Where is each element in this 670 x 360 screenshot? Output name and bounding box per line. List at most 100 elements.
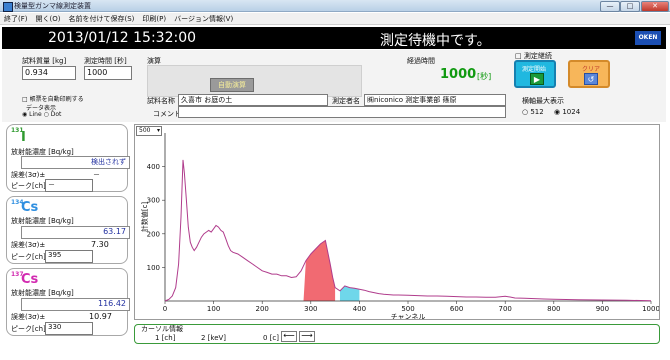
- cs134-conc-label: 放射能濃度 [Bq/kg]: [11, 217, 74, 225]
- maximize-button[interactable]: □: [620, 1, 640, 12]
- menu-bar: 終了(F) 開く(O) 名前を付けて保存(S) 印刷(P) バージョン情報(V): [0, 13, 670, 25]
- cs137-conc-value: 116.42: [21, 298, 130, 311]
- peak-highlight-137Cs: [303, 240, 336, 301]
- display-mode: ◉ Line ○ Dot: [22, 111, 61, 118]
- x-tick-label: 700: [499, 305, 512, 313]
- header-bar: 2013/01/12 15:32:00 測定待機中です。 OKEN: [2, 27, 666, 49]
- y-axis-label: 計数値[c]: [140, 202, 149, 233]
- menu-item-print[interactable]: 印刷(P): [138, 13, 170, 25]
- x-tick-label: 200: [256, 305, 269, 313]
- i131-conc-value: 検出されず: [21, 156, 130, 169]
- mass-input[interactable]: 0.934: [22, 66, 76, 80]
- cs137-symbol: Cs: [21, 272, 39, 287]
- cursor-count: 0 [c]: [263, 334, 279, 342]
- y-tick-label: 100: [147, 264, 160, 272]
- x-tick-label: 0: [163, 305, 167, 313]
- x-tick-label: 1000: [642, 305, 659, 313]
- radio-dot[interactable]: ○ Dot: [44, 111, 62, 118]
- minimize-button[interactable]: —: [600, 1, 620, 12]
- comment-label: コメント: [153, 110, 181, 118]
- radio-512[interactable]: ○ 512: [522, 108, 544, 116]
- menu-item-version[interactable]: バージョン情報(V): [170, 13, 237, 25]
- auto-calc-button[interactable]: 自動演算: [210, 78, 254, 92]
- window-title: 検量型ガンマ線測定装置: [14, 2, 91, 10]
- cursor-info-title: カーソル情報: [141, 325, 183, 333]
- cs134-peak-label: ピーク[ch]: [11, 253, 46, 261]
- elapsed-unit: [秒]: [477, 72, 492, 81]
- cursor-right-button[interactable]: ⟶: [299, 331, 315, 342]
- radio-line[interactable]: ◉ Line: [22, 111, 42, 118]
- status-text: 測定待機中です。: [380, 33, 491, 49]
- x-tick-label: 100: [207, 305, 220, 313]
- menu-item-exit[interactable]: 終了(F): [0, 13, 32, 25]
- clear-button[interactable]: クリア ↺: [568, 60, 610, 88]
- radio-line-label: Line: [29, 111, 42, 118]
- comment-input[interactable]: [178, 106, 506, 118]
- i131-peak-value: －: [45, 179, 93, 192]
- menu-item-open[interactable]: 開く(O): [32, 13, 65, 25]
- i131-peak-label: ピーク[ch]: [11, 182, 46, 190]
- continuous-label: 測定継続: [523, 52, 552, 60]
- nuclide-panel-i131: 131 I 放射能濃度 [Bq/kg] 検出されず 誤差(3σ)± － ピーク[…: [6, 124, 130, 192]
- cs137-peak-label: ピーク[ch]: [11, 325, 46, 333]
- elapsed-value: 1000: [440, 67, 477, 82]
- mass-label: 試料質量 [kg]: [22, 57, 67, 65]
- spectrum-chart-frame: 500 ▾ 0 100 200 300 400 500 600 700 800 900 1000 100…: [134, 124, 660, 320]
- cs134-err-value: 7.30: [91, 240, 109, 249]
- radio-1024[interactable]: ◉ 1024: [554, 108, 580, 116]
- cursor-info-panel: カーソル情報 1 [ch] 2 [keV] 0 [c] ⟵ ⟶: [134, 324, 660, 344]
- start-label: 測定開始: [522, 66, 547, 73]
- x-tick-label: 600: [450, 305, 463, 313]
- cs137-err-value: 10.97: [89, 312, 112, 321]
- i131-err-label: 誤差(3σ)±: [11, 171, 46, 179]
- cursor-ch: 1 [ch]: [155, 334, 176, 342]
- time-label: 測定時間 [秒]: [84, 57, 127, 65]
- measurer-label: 測定者名: [332, 97, 360, 105]
- reset-icon: ↺: [584, 73, 598, 85]
- x-tick-label: 500: [401, 305, 414, 313]
- spectrum-chart: 0 100 200 300 400 500 600 700 800 900 100010020030…: [140, 133, 659, 319]
- cs137-conc-label: 放射能濃度 [Bq/kg]: [11, 289, 74, 297]
- autoprint-label: 帳票を自動印刷する: [29, 96, 84, 103]
- menu-item-save-as[interactable]: 名前を付けて保存(S): [64, 13, 138, 25]
- cs134-err-label: 誤差(3σ)±: [11, 241, 46, 249]
- radio-dot-label: Dot: [50, 111, 62, 118]
- spectrum-line: [164, 159, 652, 302]
- calc-area: 自動演算: [147, 65, 362, 97]
- measurer-input[interactable]: ㈱niconico 測定事業部 篠原: [364, 94, 506, 106]
- nuclide-panel-cs137: 137 Cs 放射能濃度 [Bq/kg] 116.42 誤差(3σ)± 10.9…: [6, 268, 130, 336]
- x-tick-label: 800: [547, 305, 560, 313]
- radio-1024-label: 1024: [562, 108, 581, 116]
- time-input[interactable]: 1000: [84, 66, 132, 80]
- cs137-err-label: 誤差(3σ)±: [11, 313, 46, 321]
- cs134-conc-value: 63.17: [21, 226, 130, 239]
- autoprint-checkbox[interactable]: □ 帳票を自動印刷する: [22, 94, 84, 103]
- y-tick-label: 400: [147, 163, 160, 171]
- sample-name-input[interactable]: 久喜市 お庭の土: [178, 94, 328, 106]
- cursor-kev: 2 [keV]: [201, 334, 227, 342]
- close-button[interactable]: ✕: [641, 1, 669, 12]
- sample-name-label: 試料名称: [147, 97, 175, 105]
- window-titlebar: 検量型ガンマ線測定装置 — □ ✕: [0, 0, 670, 12]
- i131-err-value: －: [93, 171, 100, 179]
- axis-max-label: 横軸最大表示: [522, 97, 564, 105]
- x-tick-label: 900: [596, 305, 609, 313]
- i131-symbol: I: [21, 130, 26, 145]
- app-icon: [3, 2, 13, 12]
- clear-label: クリア: [582, 66, 601, 73]
- cs134-symbol: Cs: [21, 200, 39, 215]
- x-tick-label: 300: [304, 305, 317, 313]
- x-tick-label: 400: [353, 305, 366, 313]
- start-button[interactable]: 測定開始 ▶: [514, 60, 556, 88]
- elapsed-label: 経過時間: [407, 57, 435, 65]
- datetime-display: 2013/01/12 15:32:00: [48, 30, 197, 46]
- play-icon: ▶: [530, 73, 544, 85]
- x-axis-label: チャンネル: [391, 313, 426, 319]
- nuclide-panel-cs134: 134 Cs 放射能濃度 [Bq/kg] 63.17 誤差(3σ)± 7.30 …: [6, 196, 130, 264]
- radio-512-label: 512: [530, 108, 544, 116]
- cs134-peak-value: 395: [45, 250, 93, 263]
- cs137-peak-value: 330: [45, 322, 93, 335]
- brand-logo: OKEN: [635, 31, 661, 45]
- cursor-left-button[interactable]: ⟵: [281, 331, 297, 342]
- control-panel: 試料質量 [kg] 0.934 測定時間 [秒] 1000 演算 自動演算 経過…: [2, 50, 666, 122]
